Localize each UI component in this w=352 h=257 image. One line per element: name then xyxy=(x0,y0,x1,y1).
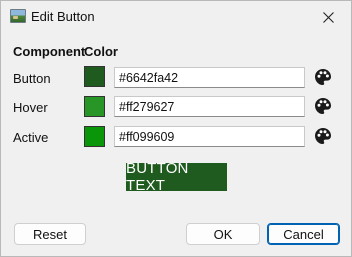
palette-icon[interactable] xyxy=(314,97,332,115)
color-swatch-hover[interactable] xyxy=(84,96,105,117)
edit-button-dialog: Edit Button Component Color Button Hover xyxy=(0,0,352,257)
close-icon xyxy=(322,11,334,23)
palette-icon[interactable] xyxy=(314,68,332,86)
color-swatch-button[interactable] xyxy=(84,66,105,87)
window-title: Edit Button xyxy=(31,9,95,24)
preview-button[interactable]: BUTTON TEXT xyxy=(126,160,227,194)
row-label-hover: Hover xyxy=(13,100,48,115)
row-label-button: Button xyxy=(13,71,51,86)
row-label-active: Active xyxy=(13,130,49,145)
palette-icon[interactable] xyxy=(314,127,332,145)
close-button[interactable] xyxy=(305,1,351,33)
title-bar: Edit Button xyxy=(1,1,351,33)
color-swatch-active[interactable] xyxy=(84,126,105,147)
reset-button[interactable]: Reset xyxy=(14,223,86,245)
dialog-content: Component Color Button Hover Active BU xyxy=(1,33,351,256)
landscape-image-icon xyxy=(10,9,26,23)
hex-input-button[interactable] xyxy=(114,67,305,88)
hex-input-hover[interactable] xyxy=(114,96,305,117)
component-header: Component xyxy=(13,44,86,59)
ok-button[interactable]: OK xyxy=(186,223,260,245)
hex-input-active[interactable] xyxy=(114,126,305,147)
color-header: Color xyxy=(84,44,118,59)
cancel-button[interactable]: Cancel xyxy=(267,223,340,245)
